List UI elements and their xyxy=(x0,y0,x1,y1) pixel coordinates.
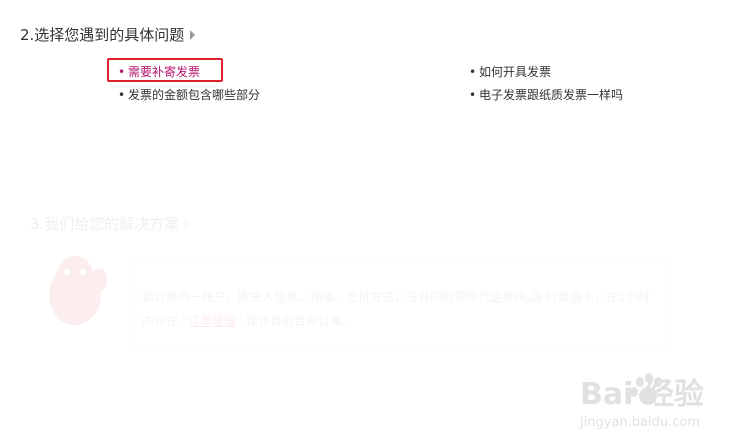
step2-title-text: 2.选择您遇到的具体问题 xyxy=(20,26,185,44)
order-management-link[interactable]: 订单管理 xyxy=(188,314,236,328)
question-item-invoice-amount[interactable]: • 发票的金额包含哪些部分 xyxy=(118,86,260,103)
answer-line-1: 如订单同一账户、收货人信息、预道、支付方式，没有同时使用代金券/礼品卡/雌品卡，… xyxy=(142,290,650,304)
question-item-e-invoice-vs-paper[interactable]: • 电子发票跟纸质发票一样吗 xyxy=(469,86,623,103)
step2-title: 2.选择您遇到的具体问题 xyxy=(20,24,196,45)
watermark-brand: Bai 经验 xyxy=(580,377,704,412)
question-item-how-to-issue[interactable]: • 如何开具发票 xyxy=(469,63,551,80)
answer-line-2: 内可在 “订单管理” 操作自助合并订单。 xyxy=(142,309,657,333)
baidu-jingyan-watermark: Bai 经验 jingyan.baidu.com xyxy=(579,373,704,430)
bullet-icon: • xyxy=(118,65,126,79)
question-label: 如何开具发票 xyxy=(479,65,552,79)
question-label: 电子发票跟纸质发票一样吗 xyxy=(479,88,624,102)
answer-prefix: 内可在 “ xyxy=(142,314,189,328)
bullet-icon: • xyxy=(118,88,126,102)
answer-suffix: ” 操作自助合并订单。 xyxy=(236,314,355,328)
watermark-url: jingyan.baidu.com xyxy=(579,415,700,430)
question-label: 发票的金额包含哪些部分 xyxy=(128,88,261,102)
step3-title-text: 3.我们给您的解决方案 xyxy=(30,215,180,233)
question-label: 需要补寄发票 xyxy=(128,65,201,79)
chevron-right-icon xyxy=(185,218,191,229)
chevron-right-icon xyxy=(190,29,196,40)
solution-answer-box: 如订单同一账户、收货人信息、预道、支付方式，没有同时使用代金券/礼品卡/雌品卡，… xyxy=(129,262,670,347)
bullet-icon: • xyxy=(469,65,477,79)
step3-title: 3.我们给您的解决方案 xyxy=(30,213,191,234)
bullet-icon: • xyxy=(469,88,477,102)
question-item-reissue-invoice[interactable]: • 需要补寄发票 xyxy=(118,63,200,80)
mascot-icon xyxy=(49,256,107,325)
